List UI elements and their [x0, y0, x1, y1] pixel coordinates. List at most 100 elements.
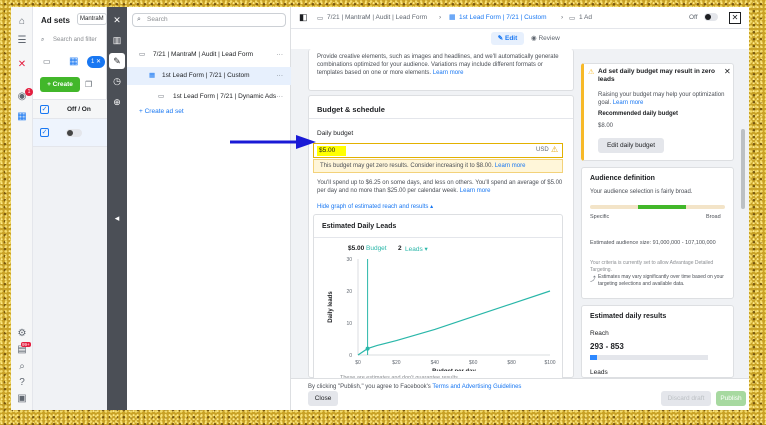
crumb-campaign[interactable]: 7/21 | MantraM | Audit | Lead Form	[327, 14, 427, 21]
row-toggle[interactable]	[66, 129, 82, 137]
warning-icon: ⚠	[588, 69, 595, 76]
grid-icon[interactable]: ▦	[69, 56, 80, 67]
duplicate-icon[interactable]: ❐	[85, 80, 92, 89]
crumb-adset[interactable]: 1st Lead Form | 7/21 | Custom	[459, 14, 547, 21]
table-header: ✓ Off / On	[33, 99, 107, 119]
folder-icon: ▭	[317, 15, 324, 22]
campaign-tree: ⌕ Search ▭ 7/21 | MantraM | Audit | Lead…	[127, 7, 291, 410]
selected-count-pill[interactable]: 1 ✕	[87, 56, 105, 68]
adset-status-toggle[interactable]	[704, 13, 718, 21]
table-row[interactable]: ✓	[33, 119, 107, 147]
learn-more-link[interactable]: Learn more	[460, 188, 491, 194]
y-tick-label: 20	[346, 289, 352, 295]
select-all-checkbox[interactable]: ✓	[40, 105, 49, 114]
tab-edit[interactable]: ✎ Edit	[491, 32, 524, 45]
collapse-icon[interactable]: ◂	[112, 213, 122, 223]
audience-meter-fill	[638, 205, 686, 209]
tab-edit-label: Edit	[504, 35, 518, 42]
tree-search-input[interactable]: ⌕ Search	[132, 13, 286, 27]
home-icon[interactable]: ⌂	[16, 16, 28, 28]
search-icon: ⌕	[137, 16, 141, 23]
table-icon[interactable]: ▦	[16, 111, 28, 123]
tree-item-label: 7/21 | MantraM | Audit | Lead Form	[153, 51, 254, 58]
tree-item-adset-custom[interactable]: ▦ 1st Lead Form | 7/21 | Custom ···	[127, 67, 291, 85]
sidebar-toggle-icon[interactable]: ◧	[299, 12, 308, 23]
y-tick-label: 10	[346, 321, 352, 327]
budget-schedule-card: Budget & schedule Daily budget $5.00 USD…	[308, 95, 574, 384]
crumb-ad[interactable]: 1 Ad	[579, 14, 592, 21]
row-checkbox[interactable]: ✓	[40, 128, 49, 137]
close-icon[interactable]: ✕	[112, 15, 122, 25]
recommended-label: Recommended daily budget	[598, 111, 679, 117]
leads-dropdown[interactable]: Leads ▾	[405, 245, 428, 253]
audience-status: Your audience selection is fairly broad.	[590, 189, 693, 195]
bottom-bar: By clicking "Publish," you agree to Face…	[291, 378, 749, 410]
edit-pencil-icon[interactable]: ✎	[109, 53, 125, 69]
leads-label: Leads	[590, 369, 608, 376]
scrollbar[interactable]	[740, 49, 746, 378]
discard-draft-button[interactable]: Discard draft	[661, 391, 711, 406]
y-tick-label: 0	[349, 353, 352, 359]
creative-text: Provide creative elements, such as image…	[317, 53, 569, 77]
tab-review[interactable]: ◉ Review	[531, 32, 560, 45]
learn-more-link[interactable]: Learn more	[613, 100, 644, 106]
pin-icon[interactable]: ✕	[16, 59, 28, 71]
alert-body: Raising your budget may help your optimi…	[598, 91, 730, 107]
learn-more-link[interactable]: Learn more	[433, 70, 464, 76]
divider	[314, 237, 562, 238]
tree-item-label: 1st Lead Form | 7/21 | Custom	[162, 72, 250, 79]
reach-bar-fill	[590, 355, 597, 360]
recommended-value: $8.00	[598, 123, 614, 129]
mode-tabs: ✎ Edit ◉ Review	[291, 29, 749, 49]
learn-more-link[interactable]: Learn more	[495, 163, 526, 169]
publish-button[interactable]: Publish	[716, 391, 746, 406]
more-icon[interactable]: ···	[277, 67, 284, 85]
close-icon[interactable]: ✕	[724, 67, 731, 76]
chevron-right-icon: ›	[439, 14, 442, 21]
close-button[interactable]: Close	[308, 391, 338, 406]
scrollbar-thumb[interactable]	[741, 129, 745, 209]
ad-icon: ▭	[158, 93, 165, 100]
hide-graph-text: Hide graph of estimated reach and result…	[317, 204, 429, 210]
criteria-note: Your criteria is currently set to allow …	[590, 260, 714, 273]
budget-warning-text: This budget may get zero results. Consid…	[320, 163, 494, 169]
folder-icon[interactable]: ▭	[43, 57, 53, 67]
settings-icon[interactable]: ⚙	[16, 328, 28, 340]
account-selector[interactable]: MantraM	[77, 13, 107, 25]
daily-budget-input[interactable]: $5.00 USD ⚠	[313, 143, 563, 158]
leads-summary-value: 2	[398, 245, 402, 252]
agreement-prefix: By clicking "Publish," you agree to Face…	[308, 384, 431, 390]
col-off-on: Off / On	[67, 106, 91, 113]
warning-icon: ⚠	[551, 145, 559, 154]
chart-icon[interactable]: ▥	[112, 35, 122, 45]
tree-item-ad-dynamic[interactable]: ▭ 1st Lead Form | 7/21 | Dynamic Ads ···	[127, 88, 291, 106]
section-title: Budget & schedule	[317, 105, 385, 114]
x-tick-label: $0	[355, 360, 361, 366]
reach-value: 293 - 853	[590, 342, 624, 351]
leads-series-line	[357, 290, 551, 356]
history-icon[interactable]: ◷	[112, 76, 122, 86]
audience-definition-card: Audience definition Your audience select…	[581, 167, 734, 299]
tree-item-campaign[interactable]: ▭ 7/21 | MantraM | Audit | Lead Form ···	[127, 46, 291, 64]
menu-icon[interactable]: ☰	[16, 35, 28, 47]
help-icon[interactable]: ?	[16, 377, 28, 389]
report-icon[interactable]: ▣	[16, 393, 28, 405]
edit-daily-budget-button[interactable]: Edit daily budget	[598, 138, 664, 153]
budget-warning: This budget may get zero results. Consid…	[313, 159, 563, 173]
ad-sets-search[interactable]: ⌕ Search and filter	[39, 34, 107, 46]
search-icon: ⌕	[41, 37, 45, 43]
zoom-icon[interactable]: ⊕	[112, 97, 122, 107]
terms-link[interactable]: Terms and Advertising Guidelines	[432, 384, 521, 390]
more-icon[interactable]: ···	[277, 88, 284, 106]
editor-main: ◧ ▭ 7/21 | MantraM | Audit | Lead Form ›…	[291, 7, 749, 410]
close-icon[interactable]: ✕	[729, 12, 741, 24]
more-icon[interactable]: ···	[277, 46, 284, 64]
search-icon[interactable]: ⌕	[16, 361, 28, 373]
divider	[309, 118, 573, 119]
hide-graph-link[interactable]: Hide graph of estimated reach and result…	[317, 203, 433, 210]
specific-label: Specific	[590, 214, 610, 220]
x-tick-label: $60	[469, 360, 478, 366]
create-ad-set-link[interactable]: + Create ad set	[139, 108, 184, 115]
create-button[interactable]: + Create	[40, 77, 80, 92]
estimate-icon: ⤴	[590, 277, 597, 283]
